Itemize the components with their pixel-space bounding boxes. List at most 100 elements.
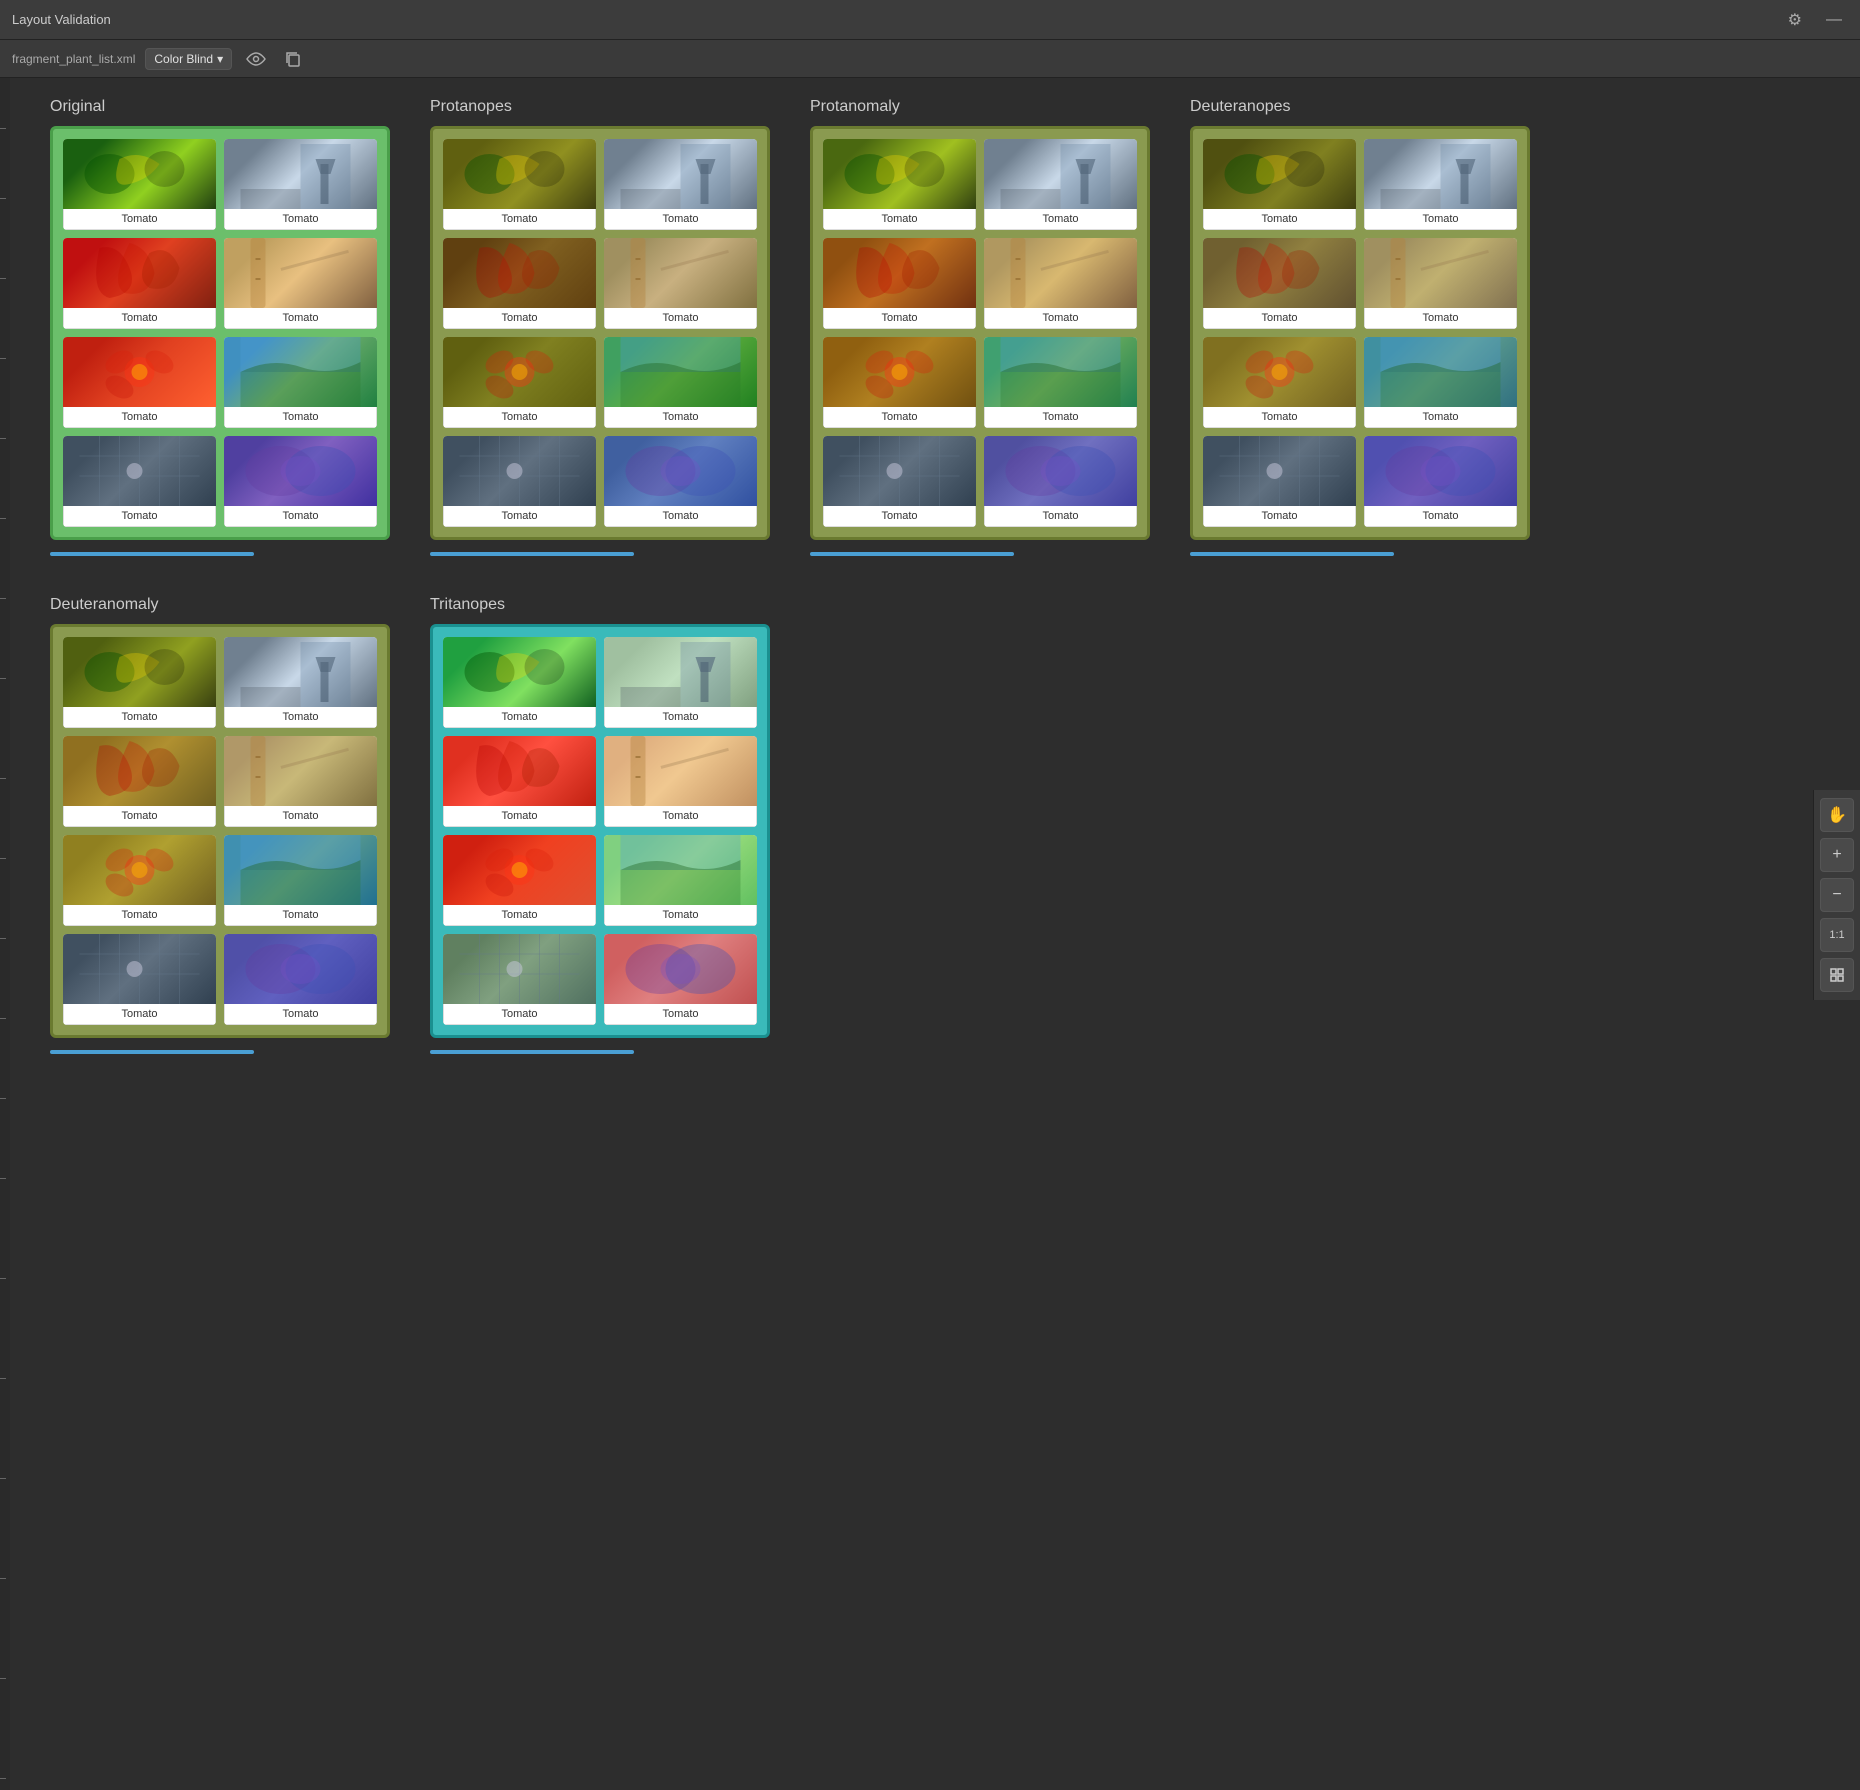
card-label: Tomato [224,308,377,329]
card-label: Tomato [604,209,757,230]
panel-deuteranopes: Deuteranopes Tomato Tomato Tomato Tomato… [1190,98,1530,556]
card-image [224,337,377,407]
card-image [1203,139,1356,209]
chevron-down-icon: ▾ [217,52,223,66]
card-label: Tomato [224,806,377,827]
card-image [224,934,377,1004]
copy-icon-button[interactable] [280,48,306,70]
card-image [1364,238,1517,308]
card-image [443,139,596,209]
hand-tool-button[interactable]: ✋ [1820,798,1854,832]
card-item: Tomato [1364,139,1517,230]
card-image [224,139,377,209]
card-item: Tomato [224,436,377,527]
card-item: Tomato [823,139,976,230]
eye-icon-button[interactable] [242,50,270,68]
zoom-out-button[interactable]: − [1820,878,1854,912]
settings-button[interactable]: ⚙ [1782,8,1808,32]
fit-button[interactable] [1820,958,1854,992]
card-image [823,238,976,308]
card-item: Tomato [63,934,216,1025]
card-label: Tomato [823,308,976,329]
card-label: Tomato [1364,209,1517,230]
panel-tritanopes: Tritanopes Tomato Tomato Tomato Tomato T… [430,596,770,1054]
one-to-one-button[interactable]: 1:1 [1820,918,1854,952]
toolbar: fragment_plant_list.xml Color Blind ▾ [0,40,1860,78]
card-label: Tomato [443,905,596,926]
card-label: Tomato [63,407,216,428]
card-image [443,637,596,707]
ruler-mark [0,1018,6,1019]
card-label: Tomato [1203,308,1356,329]
card-image [604,139,757,209]
card-label: Tomato [604,1004,757,1025]
right-toolbar: ✋ + − 1:1 [1813,790,1860,1000]
card-label: Tomato [443,806,596,827]
card-label: Tomato [604,506,757,527]
card-image [1203,337,1356,407]
card-label: Tomato [1203,209,1356,230]
card-image [224,637,377,707]
card-grid-protanomaly: Tomato Tomato Tomato Tomato Tomato Tomat… [823,139,1137,527]
card-item: Tomato [63,835,216,926]
card-image [1203,436,1356,506]
card-label: Tomato [224,407,377,428]
card-label: Tomato [1203,407,1356,428]
scroll-indicator [430,552,634,556]
card-image [823,139,976,209]
card-label: Tomato [823,506,976,527]
card-item: Tomato [224,736,377,827]
card-item: Tomato [63,139,216,230]
card-image [63,835,216,905]
ruler-mark [0,678,6,679]
card-grid-container-deuteranopes: Tomato Tomato Tomato Tomato Tomato Tomat… [1190,126,1530,540]
ruler-mark [0,1098,6,1099]
card-item: Tomato [1203,337,1356,428]
panel-title-original: Original [50,98,390,116]
card-item: Tomato [1203,436,1356,527]
card-image [984,436,1137,506]
card-item: Tomato [604,337,757,428]
card-label: Tomato [1203,506,1356,527]
left-ruler [0,78,10,1790]
ruler-mark [0,128,6,129]
card-label: Tomato [984,407,1137,428]
card-item: Tomato [604,736,757,827]
card-image [443,934,596,1004]
card-image [224,835,377,905]
card-image [984,337,1137,407]
card-image [604,436,757,506]
card-label: Tomato [984,506,1137,527]
color-blind-dropdown[interactable]: Color Blind ▾ [145,48,232,70]
card-item: Tomato [984,337,1137,428]
card-label: Tomato [224,707,377,728]
zoom-in-button[interactable]: + [1820,838,1854,872]
card-image [984,139,1137,209]
minimize-button[interactable]: — [1820,9,1848,31]
ruler-mark [0,358,6,359]
card-label: Tomato [224,209,377,230]
panel-deuteranomaly: Deuteranomaly Tomato Tomato Tomato Tomat… [50,596,390,1054]
card-item: Tomato [443,436,596,527]
ruler-mark [0,198,6,199]
card-image [63,139,216,209]
card-item: Tomato [443,637,596,728]
card-item: Tomato [63,238,216,329]
card-image [604,637,757,707]
card-item: Tomato [63,736,216,827]
ruler-mark [0,1678,6,1679]
card-image [604,736,757,806]
main-content: Original Tomato Tomato Tomato Tomato Tom… [0,78,1860,1074]
card-grid-container-protanopes: Tomato Tomato Tomato Tomato Tomato Tomat… [430,126,770,540]
ruler-mark [0,518,6,519]
card-label: Tomato [443,407,596,428]
card-item: Tomato [1364,337,1517,428]
card-label: Tomato [63,506,216,527]
card-label: Tomato [224,1004,377,1025]
card-grid-container-tritanopes: Tomato Tomato Tomato Tomato Tomato Tomat… [430,624,770,1038]
panel-protanomaly: Protanomaly Tomato Tomato Tomato Tomato … [810,98,1150,556]
panel-title-deuteranopes: Deuteranopes [1190,98,1530,116]
ruler-mark [0,1178,6,1179]
panel-title-protanopes: Protanopes [430,98,770,116]
card-image [823,436,976,506]
